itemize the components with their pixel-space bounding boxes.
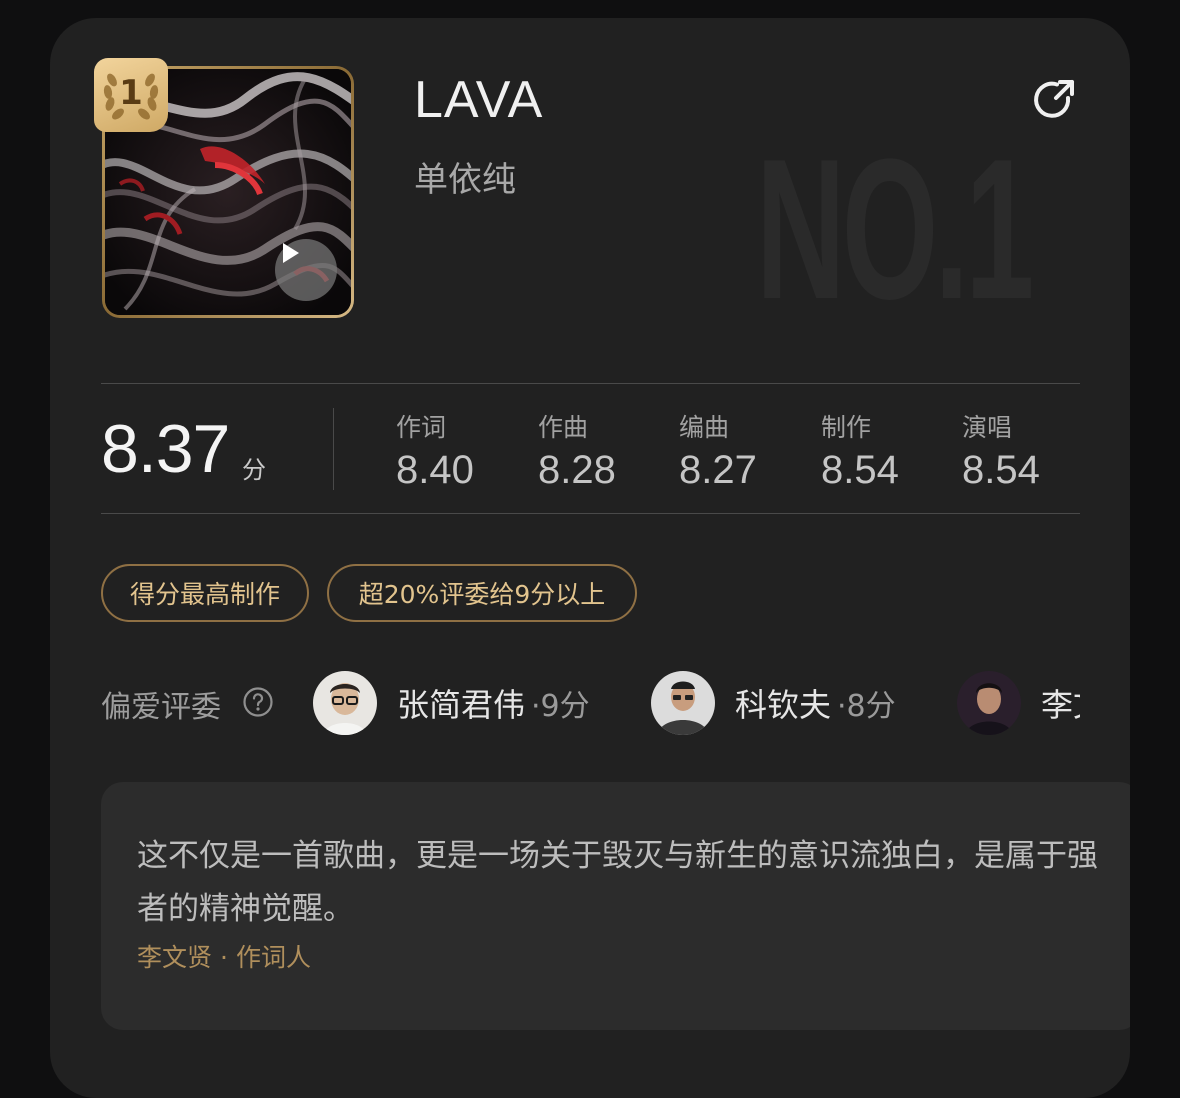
song-card: NO.1 1 LAVA 单依纯 8.37 分 作词 8.40 作曲 8.28 编…: [50, 18, 1130, 1098]
score-label: 作词: [396, 413, 447, 442]
score-arrangement: 编曲 8.27: [679, 408, 809, 493]
score-value: 8.27: [679, 448, 757, 492]
play-button[interactable]: [275, 239, 337, 301]
quote-attribution[interactable]: 李文贤 · 作词人: [137, 938, 311, 974]
quote-text: 这不仅是一首歌曲，更是一场关于毁灭与新生的意识流独白，是属于强者的精神觉醒。: [137, 838, 1098, 927]
quote-author-name: 李文贤: [137, 943, 213, 972]
judge-score: ·9分: [531, 689, 590, 724]
score-lyrics: 作词 8.40: [396, 408, 526, 493]
judge-item[interactable]: 李文: [957, 670, 1080, 736]
play-icon: [283, 243, 299, 263]
song-title: LAVA: [414, 71, 544, 129]
score-divider: [333, 408, 334, 490]
score-value: 8.54: [962, 448, 1040, 492]
score-value: 8.40: [396, 448, 474, 492]
tag-highest-production: 得分最高制作: [101, 564, 309, 622]
score-composition: 作曲 8.28: [538, 408, 668, 493]
score-label: 制作: [821, 413, 872, 442]
total-score: 8.37: [101, 411, 230, 487]
divider-top: [101, 383, 1080, 384]
avatar: [313, 671, 377, 735]
score-value: 8.54: [821, 448, 899, 492]
avatar: [651, 671, 715, 735]
judge-item[interactable]: 科钦夫 ·8分: [651, 670, 896, 736]
score-production: 制作 8.54: [821, 408, 951, 493]
score-value: 8.28: [538, 448, 616, 492]
score-vocals: 演唱 8.54: [962, 408, 1092, 493]
judges-list: 张简君伟 ·9分 科钦夫 ·8分 李: [50, 658, 1080, 758]
judge-item[interactable]: 张简君伟 ·9分: [313, 670, 590, 736]
judge-name: 张简君伟: [397, 686, 526, 724]
score-label: 作曲: [538, 413, 589, 442]
separator-dot: ·: [220, 943, 228, 972]
total-score-unit: 分: [242, 456, 266, 484]
avatar: [957, 671, 1021, 735]
artist-name[interactable]: 单依纯: [414, 152, 516, 201]
tag-judges-over-9: 超20%评委给9分以上: [327, 564, 637, 622]
divider-bottom: [101, 513, 1080, 514]
rank-number: 1: [119, 73, 143, 113]
rank-badge: 1: [94, 58, 168, 132]
share-icon[interactable]: [1030, 76, 1078, 124]
judge-score: ·8分: [837, 689, 896, 724]
rank-watermark: NO.1: [756, 118, 1034, 341]
score-label: 演唱: [962, 413, 1013, 442]
quote-author-role: 作词人: [235, 943, 311, 972]
review-quote: 这不仅是一首歌曲，更是一场关于毁灭与新生的意识流独白，是属于强者的精神觉醒。 李…: [101, 782, 1130, 1030]
score-label: 编曲: [679, 413, 730, 442]
judge-name: 李文: [1041, 686, 1080, 724]
judge-name: 科钦夫: [735, 686, 832, 724]
